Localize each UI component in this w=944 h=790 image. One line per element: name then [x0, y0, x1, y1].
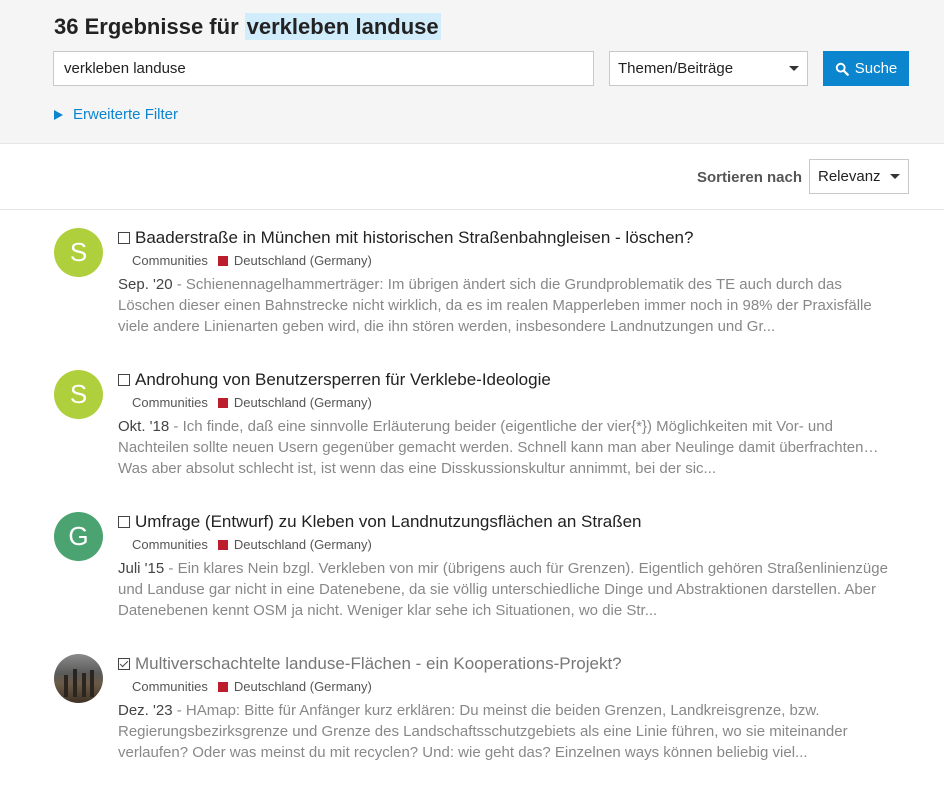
chevron-down-icon: [789, 66, 799, 71]
result-date: Sep. '20: [118, 276, 173, 293]
result-title: Baaderstraße in München mit historischen…: [135, 228, 694, 247]
search-type-select[interactable]: Themen/Beiträge: [609, 51, 808, 86]
result-excerpt[interactable]: Juli '15 - Ein klares Nein bzgl. Verkleb…: [118, 558, 898, 621]
result-meta: Communities Deutschland (Germany): [132, 679, 372, 694]
result-title: Androhung von Benutzersperren für Verkle…: [135, 370, 551, 389]
result-date: Dez. '23: [118, 702, 173, 719]
result-meta: Communities Deutschland (Germany): [132, 537, 372, 552]
category-color-badge: [217, 397, 228, 408]
sort-value: Relevanz: [818, 168, 881, 185]
avatar[interactable]: [54, 654, 103, 703]
avatar[interactable]: S: [54, 370, 103, 419]
result-excerpt-text: HAmap: Bitte für Anfänger kurz erklären:…: [118, 702, 848, 761]
category-color-badge: [217, 681, 228, 692]
search-term-highlight: verkleben landuse: [244, 13, 441, 40]
search-button[interactable]: Suche: [823, 51, 909, 86]
subcategory-link[interactable]: Deutschland (Germany): [234, 395, 372, 410]
result-title-link[interactable]: Multiverschachtelte landuse-Flächen - ei…: [118, 654, 622, 674]
result-meta: Communities Deutschland (Germany): [132, 253, 372, 268]
category-color-badge: [217, 539, 228, 550]
search-button-label: Suche: [854, 60, 898, 77]
topic-status-icon: [118, 516, 130, 528]
result-excerpt-text: Ein klares Nein bzgl. Verkleben von mir …: [118, 560, 888, 619]
chevron-down-icon: [890, 174, 900, 179]
result-date: Okt. '18: [118, 418, 170, 435]
result-title-link[interactable]: Umfrage (Entwurf) zu Kleben von Landnutz…: [118, 512, 642, 532]
checkbox-checked-icon: [118, 658, 130, 670]
search-header: 36 Ergebnisse fürverkleben landuse Theme…: [0, 0, 944, 144]
category-link[interactable]: Communities: [132, 679, 208, 694]
triangle-right-icon: [54, 109, 63, 120]
result-title: Umfrage (Entwurf) zu Kleben von Landnutz…: [135, 512, 642, 531]
result-meta: Communities Deutschland (Germany): [132, 395, 372, 410]
sort-select[interactable]: Relevanz: [809, 159, 909, 194]
search-type-value: Themen/Beiträge: [618, 60, 734, 77]
results-count: 36 Ergebnisse für: [54, 14, 239, 39]
result-excerpt-text: Schienennagelhammerträger: Im übrigen än…: [118, 276, 872, 335]
category-link[interactable]: Communities: [132, 537, 208, 552]
subcategory-link[interactable]: Deutschland (Germany): [234, 537, 372, 552]
category-link[interactable]: Communities: [132, 253, 208, 268]
advanced-filter-label: Erweiterte Filter: [73, 106, 179, 123]
sort-label: Sortieren nach: [697, 169, 803, 186]
subcategory-link[interactable]: Deutschland (Germany): [234, 679, 372, 694]
category-link[interactable]: Communities: [132, 395, 208, 410]
result-excerpt[interactable]: Sep. '20 - Schienennagelhammerträger: Im…: [118, 274, 898, 337]
topic-status-icon: [118, 232, 130, 244]
search-input[interactable]: [53, 51, 594, 86]
avatar[interactable]: S: [54, 228, 103, 277]
result-excerpt[interactable]: Okt. '18 - Ich finde, daß eine sinnvolle…: [118, 416, 898, 479]
search-icon: [835, 62, 849, 76]
divider: [0, 209, 944, 210]
advanced-filter-toggle[interactable]: Erweiterte Filter: [54, 106, 178, 123]
avatar[interactable]: G: [54, 512, 103, 561]
subcategory-link[interactable]: Deutschland (Germany): [234, 253, 372, 268]
result-title-link[interactable]: Androhung von Benutzersperren für Verkle…: [118, 370, 551, 390]
category-color-badge: [217, 255, 228, 266]
result-date: Juli '15: [118, 560, 165, 577]
topic-status-icon: [118, 374, 130, 386]
result-title-link[interactable]: Baaderstraße in München mit historischen…: [118, 228, 693, 248]
result-title: Multiverschachtelte landuse-Flächen - ei…: [135, 654, 622, 673]
result-excerpt-text: Ich finde, daß eine sinnvolle Erläuterun…: [118, 418, 879, 477]
result-excerpt[interactable]: Dez. '23 - HAmap: Bitte für Anfänger kur…: [118, 700, 898, 763]
results-heading: 36 Ergebnisse für verkleben landuse: [54, 13, 441, 40]
